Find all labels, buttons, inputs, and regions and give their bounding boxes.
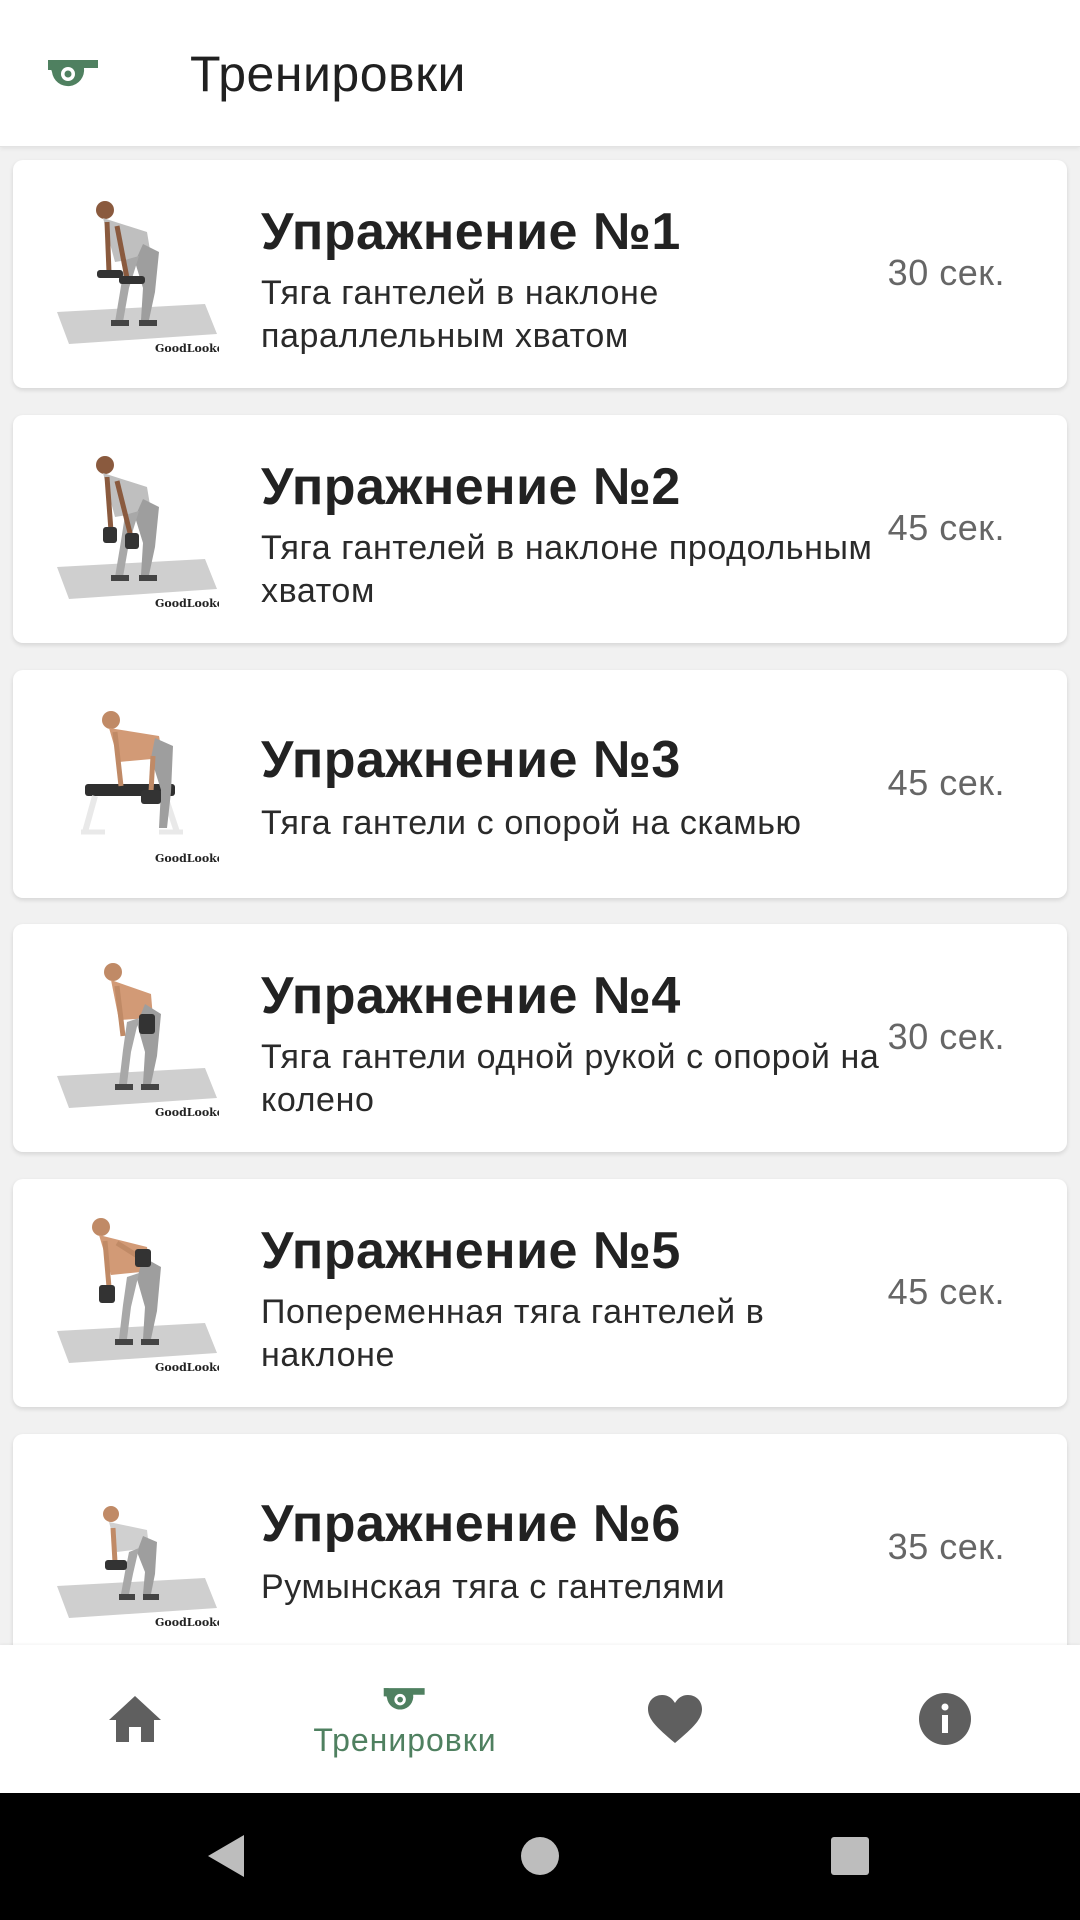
system-navigation-bar xyxy=(0,1793,1080,1920)
exercise-description: Тяга гантелей в наклоне продольным хвато… xyxy=(261,529,873,610)
exercise-card[interactable]: GoodLooker Упражнение №2 Тяга гантелей в… xyxy=(13,415,1067,643)
svg-text:GoodLooker: GoodLooker xyxy=(155,597,219,610)
exercise-card[interactable]: GoodLooker Упражнение №4 Тяга гантели од… xyxy=(13,924,1067,1152)
home-icon xyxy=(109,1696,161,1742)
exercise-card[interactable]: GoodLooker Упражнение №6 Румынская тяга … xyxy=(13,1434,1067,1645)
nav-item-label: Тренировки xyxy=(313,1721,497,1758)
whistle-icon xyxy=(44,50,104,94)
exercise-title: Упражнение №5 xyxy=(261,1222,681,1280)
exercise-description: Тяга гантели одной рукой с опорой на кол… xyxy=(261,1038,880,1119)
exercise-duration: 45 сек. xyxy=(887,507,1005,548)
exercise-thumbnail: GoodLooker xyxy=(55,702,219,866)
exercise-title: Упражнение №4 xyxy=(261,967,681,1025)
bottom-navigation: Тренировки xyxy=(0,1645,1080,1793)
exercise-thumbnail: GoodLooker xyxy=(55,447,219,611)
exercise-duration: 45 сек. xyxy=(887,1271,1005,1312)
exercise-description: Румынская тяга с гантелями xyxy=(261,1568,726,1606)
nav-item-home[interactable] xyxy=(0,1645,270,1793)
exercise-card[interactable]: GoodLooker Упражнение №5 Попеременная тя… xyxy=(13,1179,1067,1407)
svg-text:GoodLooker: GoodLooker xyxy=(155,1361,219,1374)
home-circle-icon[interactable] xyxy=(520,1833,560,1884)
svg-text:GoodLooker: GoodLooker xyxy=(155,852,219,865)
whistle-icon xyxy=(383,1687,425,1710)
exercise-duration: 45 сек. xyxy=(887,762,1005,803)
exercise-duration: 35 сек. xyxy=(887,1526,1005,1567)
back-icon[interactable] xyxy=(206,1833,246,1884)
exercise-thumbnail: GoodLooker xyxy=(55,1211,219,1375)
exercise-duration: 30 сек. xyxy=(887,252,1005,293)
exercise-description: Попеременная тяга гантелей в наклоне xyxy=(261,1293,765,1374)
svg-text:GoodLooker: GoodLooker xyxy=(155,1106,219,1119)
top-app-bar: Тренировки xyxy=(0,0,1080,147)
svg-text:GoodLooker: GoodLooker xyxy=(155,342,219,355)
exercise-title: Упражнение №2 xyxy=(261,458,681,516)
exercise-duration: 30 сек. xyxy=(887,1016,1005,1057)
exercise-thumbnail: GoodLooker xyxy=(55,1466,219,1630)
exercise-title: Упражнение №3 xyxy=(261,731,681,789)
exercise-title: Упражнение №6 xyxy=(261,1495,681,1553)
exercise-list[interactable]: GoodLooker Упражнение №1 Тяга гантелей в… xyxy=(0,147,1080,1645)
exercise-description: Тяга гантели с опорой на скамью xyxy=(261,804,802,842)
exercise-thumbnail: GoodLooker xyxy=(55,192,219,356)
nav-item-favorites[interactable] xyxy=(540,1645,810,1793)
exercise-description: Тяга гантелей в наклоне параллельным хва… xyxy=(261,274,659,355)
heart-icon xyxy=(648,1695,702,1743)
svg-text:GoodLooker: GoodLooker xyxy=(155,1616,219,1629)
info-icon xyxy=(919,1693,971,1745)
exercise-title: Упражнение №1 xyxy=(261,203,681,261)
exercise-thumbnail: GoodLooker xyxy=(55,956,219,1120)
recents-icon[interactable] xyxy=(830,1833,870,1884)
exercise-card[interactable]: GoodLooker Упражнение №1 Тяга гантелей в… xyxy=(13,160,1067,388)
page-title: Тренировки xyxy=(190,46,466,102)
nav-item-workouts[interactable]: Тренировки xyxy=(270,1645,540,1793)
exercise-card[interactable]: GoodLooker Упражнение №3 Тяга гантели с … xyxy=(13,670,1067,898)
nav-item-info[interactable] xyxy=(810,1645,1080,1793)
